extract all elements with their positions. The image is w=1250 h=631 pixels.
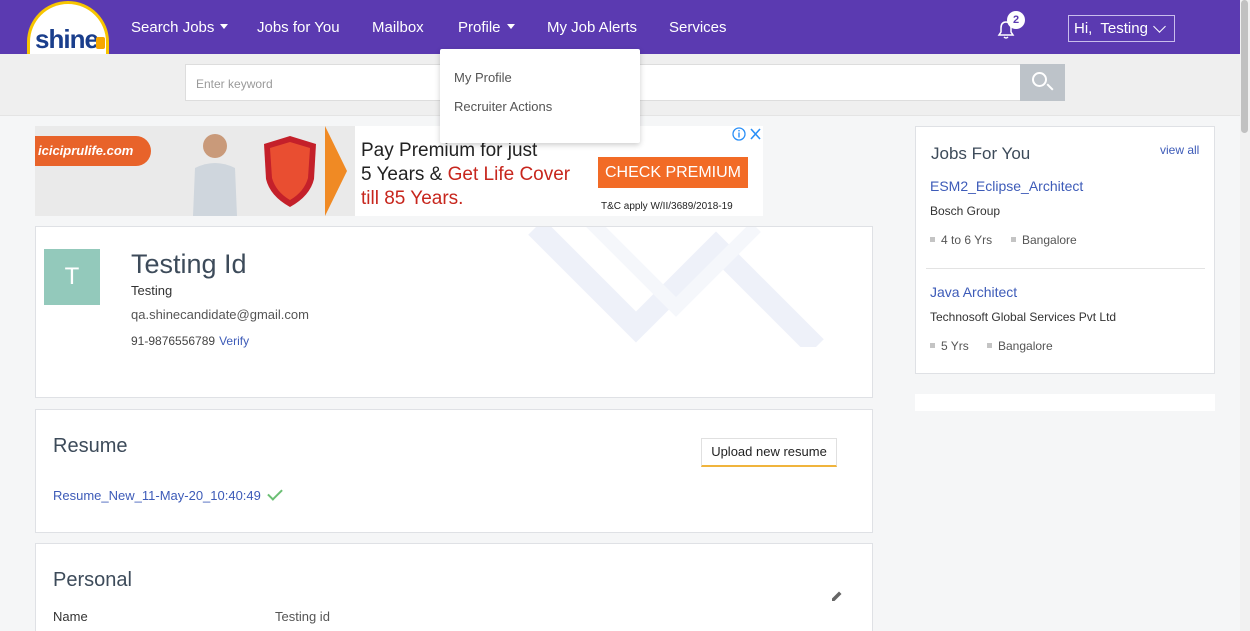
profile-dropdown-menu: My Profile Recruiter Actions [440, 49, 640, 143]
ad-line-2b: Get Life Cover [447, 164, 571, 185]
profile-phone-row: 91-9876556789 Verify [131, 334, 249, 348]
logo-text: shine [35, 24, 99, 54]
job-experience: 4 to 6 Yrs [930, 233, 992, 247]
ad-info-close-icon[interactable] [732, 127, 762, 141]
ad-image-area: iciciprulife.com [35, 126, 355, 216]
search-icon [1032, 72, 1047, 87]
ad-brand-pill: iciciprulife.com [35, 136, 151, 166]
resume-card: Resume Upload new resume Resume_New_11-M… [35, 409, 873, 533]
nav-search-jobs-label: Search Jobs [131, 19, 215, 36]
jobs-for-you-title: Jobs For You [931, 144, 1031, 163]
personal-name-value: Testing id [275, 609, 330, 624]
job-experience-text: 4 to 6 Yrs [941, 233, 993, 247]
check-icon [267, 485, 283, 501]
ad-arrow-shape [325, 126, 347, 216]
job-experience-text: 5 Yrs [941, 339, 969, 353]
job-title-link[interactable]: Java Architect [930, 284, 1017, 300]
caret-down-icon [220, 23, 229, 29]
chevron-down-icon [1153, 20, 1166, 33]
right-ad-placeholder [915, 394, 1215, 411]
personal-name-label: Name [53, 609, 88, 624]
bullet-icon [930, 237, 935, 243]
profile-summary-card: T Testing Id Testing qa.shinecandidate@g… [35, 226, 873, 398]
shine-logo[interactable]: shine [27, 1, 109, 54]
search-button[interactable] [1020, 64, 1065, 101]
advertisement-banner[interactable]: iciciprulife.com Pay Premium for just 5 … [35, 126, 763, 216]
nav-my-job-alerts[interactable]: My Job Alerts [547, 19, 637, 36]
resume-file-link[interactable]: Resume_New_11-May-20_10:40:49 [53, 488, 261, 503]
ad-line-2a: 5 Years & [361, 164, 448, 185]
logo-dot-icon [96, 37, 105, 49]
nav-services-label: Services [669, 19, 727, 36]
ad-line-2: 5 Years & Get Life Cover [361, 164, 570, 186]
nav-search-jobs[interactable]: Search Jobs [131, 19, 229, 36]
nav-profile[interactable]: Profile [458, 19, 515, 36]
nav-profile-label: Profile [458, 19, 501, 36]
job-location: Bangalore [987, 339, 1053, 353]
ad-line-3: till 85 Years. [361, 188, 464, 209]
bullet-icon [987, 343, 992, 349]
nav-services[interactable]: Services [669, 19, 727, 36]
nav-jobs-for-you[interactable]: Jobs for You [257, 19, 340, 36]
view-all-link[interactable]: view all [1160, 143, 1199, 157]
personal-title: Personal [53, 569, 132, 591]
job-divider [926, 268, 1205, 269]
bullet-icon [1011, 237, 1016, 243]
nav-jobs-for-you-label: Jobs for You [257, 19, 340, 36]
notification-badge[interactable]: 2 [1007, 11, 1025, 29]
ad-person-image [193, 134, 237, 216]
check-premium-button[interactable]: CHECK PREMIUM [598, 157, 748, 188]
profile-subtitle: Testing [131, 283, 173, 298]
jobs-for-you-panel: Jobs For You view all ESM2_Eclipse_Archi… [915, 126, 1215, 374]
nav-mailbox[interactable]: Mailbox [372, 19, 424, 36]
nav-mailbox-label: Mailbox [372, 19, 424, 36]
edit-pencil-icon[interactable] [831, 590, 843, 602]
page-scrollbar-thumb[interactable] [1241, 0, 1248, 133]
ad-line-1: Pay Premium for just [361, 140, 538, 161]
top-nav-bar: shine Search Jobs Jobs for You Mailbox P… [0, 0, 1250, 54]
menu-item-recruiter-actions[interactable]: Recruiter Actions [454, 99, 552, 114]
upload-new-resume-button[interactable]: Upload new resume [701, 438, 837, 467]
profile-email: qa.shinecandidate@gmail.com [131, 307, 309, 322]
job-location-text: Bangalore [998, 339, 1053, 353]
user-menu-button[interactable]: Hi, Testing [1068, 15, 1175, 42]
avatar: T [44, 249, 100, 305]
resume-title: Resume [53, 435, 128, 457]
personal-details-card: Personal Name Testing id [35, 543, 873, 631]
nav-my-job-alerts-label: My Job Alerts [547, 19, 638, 36]
job-company: Bosch Group [930, 204, 1001, 218]
caret-down-icon [506, 23, 515, 29]
ad-terms: T&C apply W/II/3689/2018-19 [601, 201, 733, 212]
job-company: Technosoft Global Services Pvt Ltd [930, 310, 1117, 324]
job-title-link[interactable]: ESM2_Eclipse_Architect [930, 178, 1083, 194]
profile-name: Testing Id [131, 249, 247, 279]
ad-shield-logo [264, 136, 316, 207]
user-greeting: Hi, Testing [1074, 20, 1148, 37]
job-location-text: Bangalore [1022, 233, 1077, 247]
job-experience: 5 Yrs [930, 339, 969, 353]
job-location: Bangalore [1011, 233, 1077, 247]
search-icon-handle [1046, 83, 1054, 91]
profile-phone: 91-9876556789 [131, 334, 216, 348]
menu-item-my-profile[interactable]: My Profile [454, 70, 512, 85]
bullet-icon [930, 343, 935, 349]
decorative-pattern [528, 227, 824, 347]
verify-phone-link[interactable]: Verify [219, 334, 249, 348]
